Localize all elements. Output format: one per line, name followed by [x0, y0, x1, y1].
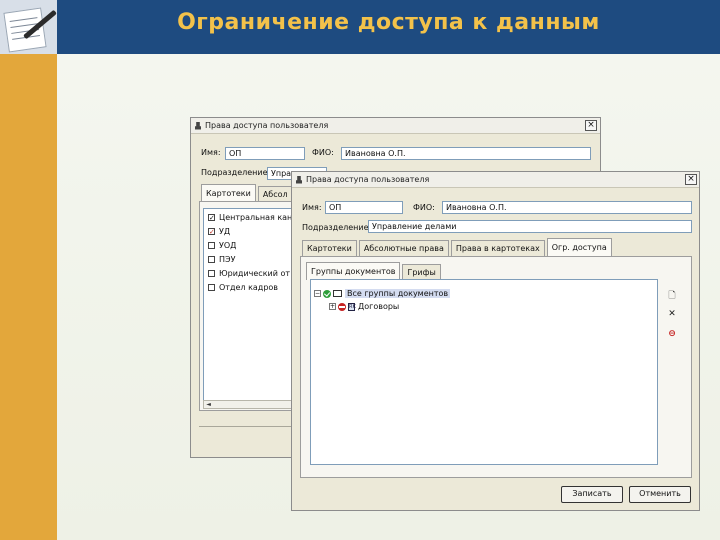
back-check-item[interactable]: Центральная кан: [208, 213, 292, 222]
tree-row-label: Все группы документов: [345, 289, 451, 298]
back-window-title: Права доступа пользователя: [205, 121, 329, 130]
app-icon: [195, 121, 201, 130]
back-window-titlebar: Права доступа пользователя: [191, 118, 600, 134]
back-check-label: ПЭУ: [219, 255, 236, 264]
folder-icon: [333, 290, 342, 297]
tree-row-label: Договоры: [358, 302, 400, 311]
front-fio-label: ФИО:: [413, 203, 435, 212]
tree-row-contracts[interactable]: + RK Договоры: [329, 302, 399, 311]
back-tab-cardfiles[interactable]: Картотеки: [201, 184, 256, 202]
back-check-item[interactable]: УОД: [208, 241, 236, 250]
front-name-label: Имя:: [302, 203, 322, 212]
denied-icon: [338, 302, 346, 311]
app-icon: [296, 175, 302, 184]
subtab-document-groups[interactable]: Группы документов: [306, 262, 401, 280]
tab-absolute-rights[interactable]: Абсолютные права: [358, 240, 449, 256]
tree-expand-icon[interactable]: +: [329, 303, 336, 310]
subtab-classifications[interactable]: Грифы: [402, 264, 441, 280]
checkbox-empty-icon[interactable]: [208, 256, 215, 263]
back-checklist: Центральная кан УД УОД ПЭУ Юридический о…: [203, 208, 293, 408]
tree-collapse-icon[interactable]: −: [314, 290, 321, 297]
back-divider: [199, 426, 299, 427]
front-window-title: Права доступа пользователя: [306, 175, 430, 184]
front-window-close-button[interactable]: ×: [685, 174, 697, 185]
back-check-label: Центральная кан: [219, 213, 293, 222]
checkbox-empty-icon[interactable]: [208, 270, 215, 277]
back-check-item[interactable]: УД: [208, 227, 230, 236]
front-access-rights-window: Права доступа пользователя × Имя: ОП ФИО…: [291, 171, 700, 511]
back-tab-absolute[interactable]: Абсол: [257, 186, 293, 202]
document-group-icon: RK: [348, 302, 356, 311]
checkbox-checked-icon[interactable]: [208, 214, 215, 221]
back-fio-label: ФИО:: [312, 148, 334, 157]
front-tabs: Картотеки Абсолютные права Права в карто…: [302, 238, 614, 256]
tab-cardfile-rights[interactable]: Права в картотеках: [450, 240, 545, 256]
back-fio-field[interactable]: Ивановна О.П.: [341, 147, 591, 160]
back-window-close-button[interactable]: ×: [585, 120, 597, 131]
checkbox-empty-icon[interactable]: [208, 284, 215, 291]
back-check-label: УД: [219, 227, 231, 236]
checkbox-red-check-icon[interactable]: [208, 228, 215, 235]
back-check-item[interactable]: Юридический от: [208, 269, 290, 278]
back-check-item[interactable]: Отдел кадров: [208, 283, 278, 292]
remove-icon[interactable]: ✕: [667, 309, 677, 319]
back-check-label: Юридический от: [219, 269, 291, 278]
add-document-icon[interactable]: 🗋: [667, 291, 677, 301]
allowed-check-icon: [323, 289, 331, 298]
back-check-label: УОД: [219, 241, 237, 250]
tab-cardfiles[interactable]: Картотеки: [302, 240, 357, 256]
tree-row-all-groups[interactable]: − Все группы документов: [314, 289, 451, 298]
back-name-label: Имя:: [201, 148, 221, 157]
document-groups-tree: − Все группы документов + RK Договоры: [310, 279, 658, 465]
save-button[interactable]: Записать: [561, 486, 623, 503]
back-dept-label: Подразделение:: [201, 168, 271, 177]
pen-paper-logo-icon: [0, 0, 57, 54]
checkbox-empty-icon[interactable]: [208, 242, 215, 249]
tab-access-restriction[interactable]: Огр. доступа: [546, 238, 612, 256]
cancel-button[interactable]: Отменить: [629, 486, 691, 503]
front-fio-field[interactable]: Ивановна О.П.: [442, 201, 692, 214]
front-dept-field[interactable]: Управление делами: [368, 220, 692, 233]
slide-title: Ограничение доступа к данным: [177, 10, 600, 35]
front-name-field[interactable]: ОП: [325, 201, 403, 214]
back-horizontal-scrollbar[interactable]: ◄: [203, 400, 293, 409]
front-window-titlebar: Права доступа пользователя: [292, 172, 699, 188]
back-name-field[interactable]: ОП: [225, 147, 305, 160]
back-check-item[interactable]: ПЭУ: [208, 255, 235, 264]
back-tabs: Картотеки Абсол: [201, 184, 295, 202]
front-subtabs: Группы документов Грифы: [306, 262, 443, 280]
back-check-label: Отдел кадров: [219, 283, 279, 292]
scroll-left-arrow-icon[interactable]: ◄: [204, 401, 213, 408]
front-dept-label: Подразделение:: [302, 223, 372, 232]
deny-access-icon[interactable]: ⊖: [667, 329, 677, 339]
slide-left-band: [0, 0, 57, 540]
